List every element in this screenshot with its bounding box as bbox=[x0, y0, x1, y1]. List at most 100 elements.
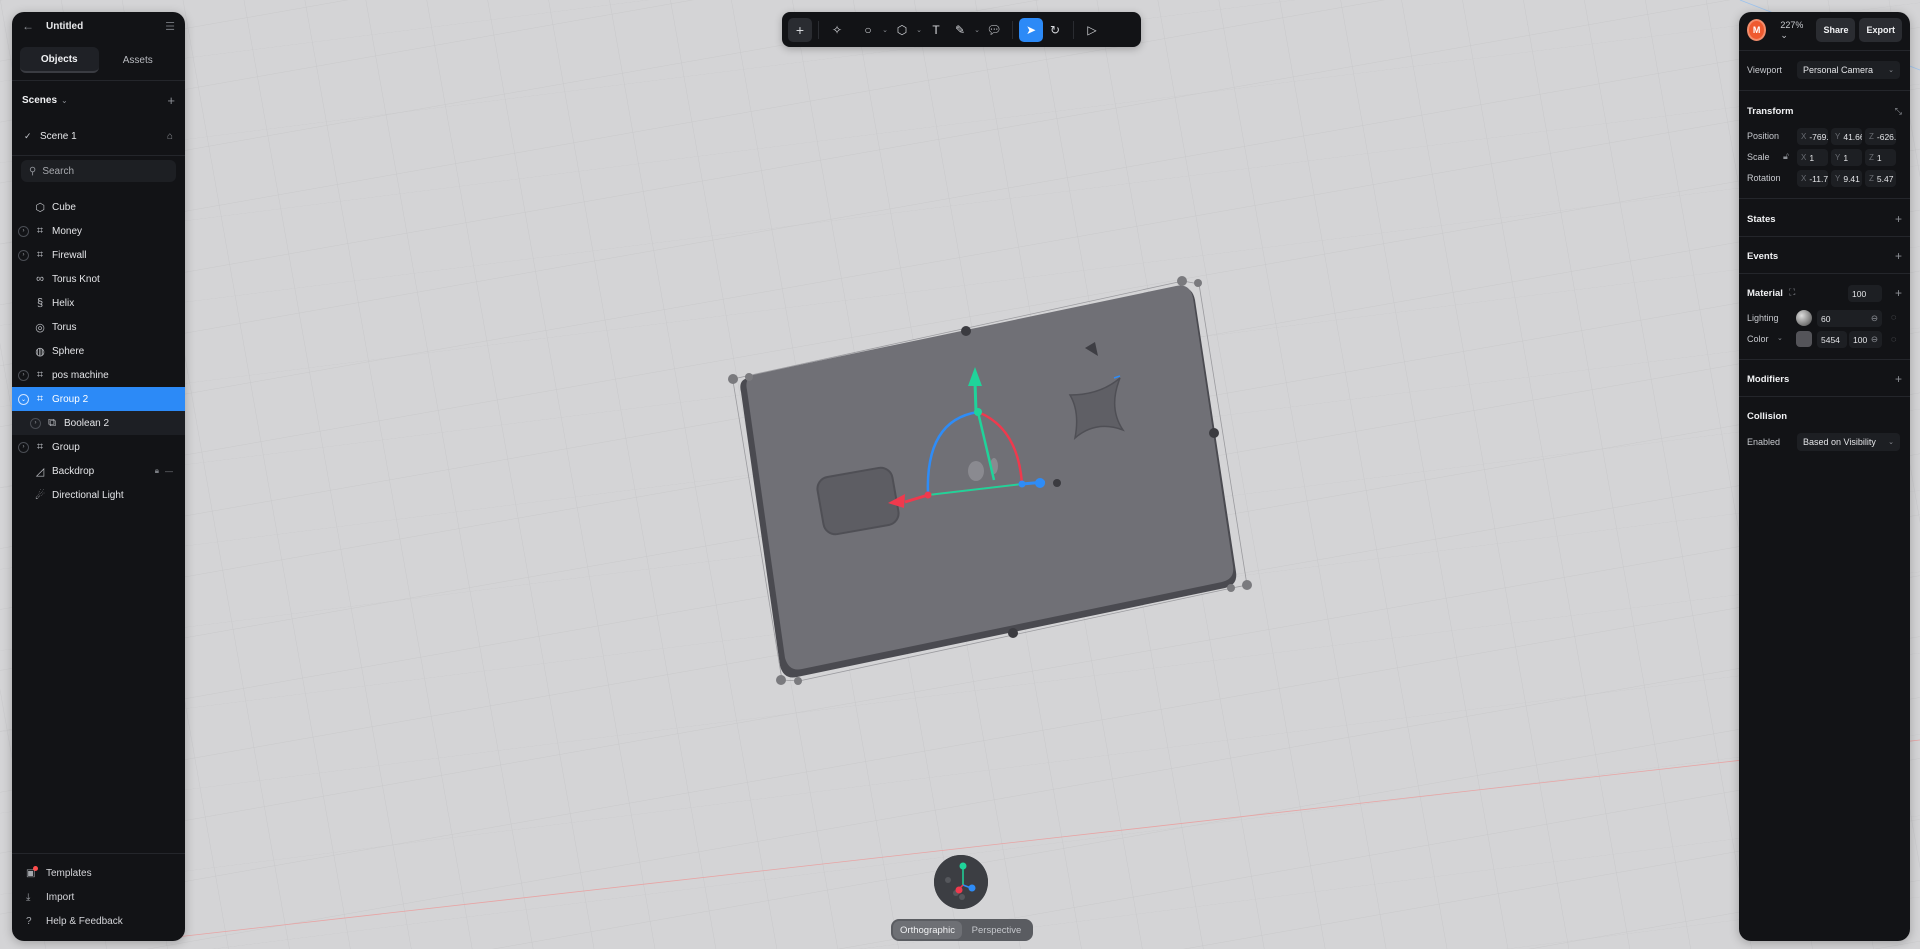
collision-select[interactable]: Based on Visibility ⌄ bbox=[1797, 433, 1900, 451]
chevron-down-icon[interactable]: ⌄ bbox=[914, 26, 924, 34]
import-label: Import bbox=[46, 891, 75, 903]
add-material-layer-icon[interactable]: + bbox=[1895, 286, 1902, 300]
import-link[interactable]: ⤓ Import bbox=[12, 885, 185, 909]
3d-viewport[interactable] bbox=[0, 0, 1920, 949]
tab-objects[interactable]: Objects bbox=[20, 47, 99, 73]
layer-item-directional-light[interactable]: ☄ Directional Light bbox=[12, 483, 185, 507]
text-tool-icon[interactable]: T bbox=[924, 18, 948, 42]
search-icon: ⚲ bbox=[29, 165, 37, 177]
expand-icon[interactable]: › bbox=[18, 369, 29, 381]
project-title[interactable]: Untitled bbox=[46, 21, 165, 32]
share-button[interactable]: Share bbox=[1816, 18, 1856, 42]
layer-item-group-2[interactable]: ⌄ ⌗ Group 2 bbox=[12, 387, 185, 411]
layer-item-cube[interactable]: ⬡ Cube bbox=[12, 195, 185, 219]
position-x-input[interactable]: X -769. bbox=[1797, 128, 1828, 145]
rotate-tool-icon[interactable]: ↻ bbox=[1043, 18, 1067, 42]
add-event-icon[interactable]: + bbox=[1895, 249, 1902, 263]
visibility-icon[interactable]: ◌ bbox=[1891, 312, 1896, 322]
chevron-down-icon[interactable]: ⌄ bbox=[972, 26, 982, 34]
cube-tool-icon[interactable]: ⬡ bbox=[890, 18, 914, 42]
lighting-preview-icon[interactable] bbox=[1796, 310, 1812, 326]
layer-search[interactable]: ⚲ bbox=[21, 160, 176, 182]
layer-item-torus-knot[interactable]: ∞ Torus Knot bbox=[12, 267, 185, 291]
ai-sparkle-icon[interactable]: ✧ bbox=[825, 18, 849, 42]
expand-material-icon[interactable]: ⛶ bbox=[1789, 287, 1795, 298]
add-scene-icon[interactable]: + bbox=[167, 93, 175, 108]
orientation-gizmo[interactable] bbox=[934, 855, 988, 909]
color-hex-input[interactable]: 5454 bbox=[1817, 331, 1847, 348]
group-icon: ⌗ bbox=[36, 392, 44, 405]
rotation-x-input[interactable]: X-11.77 bbox=[1797, 170, 1828, 187]
pen-tool-icon[interactable]: ✎ bbox=[948, 18, 972, 42]
tab-assets[interactable]: Assets bbox=[99, 47, 178, 73]
layer-item-backdrop[interactable]: ◿ Backdrop 🔒︎ — bbox=[12, 459, 185, 483]
layer-name: Group bbox=[52, 441, 80, 453]
layer-item-boolean-2[interactable]: › ⧉ Boolean 2 bbox=[12, 411, 185, 435]
layer-item-group[interactable]: › ⌗ Group bbox=[12, 435, 185, 459]
chevron-down-icon[interactable]: ⌄ bbox=[61, 96, 68, 105]
expand-icon[interactable]: › bbox=[18, 225, 29, 237]
shape-circle-icon[interactable]: ○ bbox=[856, 18, 880, 42]
viewport-canvas[interactable] bbox=[0, 0, 1920, 949]
comment-icon[interactable]: 💬︎ bbox=[982, 18, 1006, 42]
lock-ratio-icon[interactable]: 🔓︎ bbox=[1783, 151, 1789, 162]
layer-item-helix[interactable]: § Helix bbox=[12, 291, 185, 315]
home-icon[interactable]: ⌂ bbox=[167, 131, 173, 142]
material-opacity-input[interactable]: 100 bbox=[1848, 285, 1882, 302]
chevron-down-icon[interactable]: ⌄ bbox=[880, 26, 890, 34]
scene-item[interactable]: ✓ Scene 1 ⌂ bbox=[12, 126, 185, 146]
export-button[interactable]: Export bbox=[1859, 18, 1902, 42]
scenes-label[interactable]: Scenes bbox=[22, 95, 57, 106]
scale-y-input[interactable]: Y1 bbox=[1831, 149, 1862, 166]
expand-icon[interactable]: › bbox=[30, 417, 41, 429]
color-opacity-input[interactable]: 100 ⊖ bbox=[1849, 331, 1882, 348]
collapse-icon[interactable]: ⌄ bbox=[18, 393, 29, 405]
rotation-z-input[interactable]: Z 5.47 bbox=[1865, 170, 1896, 187]
hide-icon[interactable]: — bbox=[165, 467, 173, 476]
z-axis-handle[interactable] bbox=[1035, 478, 1045, 488]
back-arrow-icon[interactable]: ← bbox=[22, 19, 36, 33]
layer-item-money[interactable]: › ⌗ Money bbox=[12, 219, 185, 243]
layer-name: Boolean 2 bbox=[64, 417, 110, 429]
transform-options-icon[interactable]: ⤡ bbox=[1895, 106, 1902, 117]
visibility-icon[interactable]: ◌ bbox=[1891, 334, 1896, 344]
search-input[interactable] bbox=[42, 165, 163, 177]
scale-x-input[interactable]: X1 bbox=[1797, 149, 1828, 166]
gizmo-y-handle[interactable] bbox=[959, 862, 967, 870]
add-object-button[interactable]: + bbox=[788, 17, 812, 42]
lock-icon[interactable]: 🔒︎ bbox=[155, 466, 159, 476]
sidebar-footer: ▣ Templates ⤓ Import ? Help & Feedback bbox=[12, 853, 185, 933]
viewport-select[interactable]: Personal Camera ⌄ bbox=[1797, 61, 1900, 79]
rotation-y-input[interactable]: Y 9.41 bbox=[1831, 170, 1862, 187]
main-toolbar: + ✧ ○ ⌄ ⬡ ⌄ T ✎ ⌄ 💬︎ ➤ ↻ ▷ bbox=[782, 12, 1141, 47]
menu-icon[interactable]: ☰ bbox=[165, 20, 175, 33]
orthographic-option[interactable]: Orthographic bbox=[893, 921, 962, 939]
play-icon[interactable]: ▷ bbox=[1080, 18, 1104, 42]
layer-item-pos-machine[interactable]: › ⌗ pos machine bbox=[12, 363, 185, 387]
lighting-value-input[interactable]: 60 ⊖ bbox=[1817, 310, 1882, 327]
templates-link[interactable]: ▣ Templates bbox=[12, 861, 185, 885]
position-y-input[interactable]: Y41.66 bbox=[1831, 128, 1862, 145]
avatar[interactable]: M bbox=[1747, 19, 1767, 41]
layer-item-torus[interactable]: ◎ Torus bbox=[12, 315, 185, 339]
expand-icon[interactable]: › bbox=[18, 441, 29, 453]
position-label: Position bbox=[1747, 131, 1780, 141]
scale-z-input[interactable]: Z1 bbox=[1865, 149, 1896, 166]
add-modifier-icon[interactable]: + bbox=[1895, 372, 1902, 386]
select-cursor-icon[interactable]: ➤ bbox=[1019, 17, 1043, 42]
gizmo-z-handle[interactable] bbox=[968, 884, 976, 892]
chevron-down-icon[interactable]: ⌄ bbox=[1777, 334, 1783, 342]
expand-icon[interactable]: › bbox=[18, 249, 29, 261]
color-swatch[interactable] bbox=[1796, 331, 1812, 347]
position-z-input[interactable]: Z -626. bbox=[1865, 128, 1896, 145]
transform-title: Transform bbox=[1747, 105, 1794, 117]
helix-icon: § bbox=[36, 297, 44, 309]
layer-name: Group 2 bbox=[52, 393, 89, 405]
perspective-option[interactable]: Perspective bbox=[962, 921, 1031, 939]
zoom-level[interactable]: 227% ⌄ bbox=[1780, 20, 1808, 41]
add-state-icon[interactable]: + bbox=[1895, 212, 1902, 226]
layer-item-firewall[interactable]: › ⌗ Firewall bbox=[12, 243, 185, 267]
layer-item-sphere[interactable]: ◍ Sphere bbox=[12, 339, 185, 363]
help-link[interactable]: ? Help & Feedback bbox=[12, 909, 185, 933]
gizmo-x-handle[interactable] bbox=[955, 886, 963, 894]
